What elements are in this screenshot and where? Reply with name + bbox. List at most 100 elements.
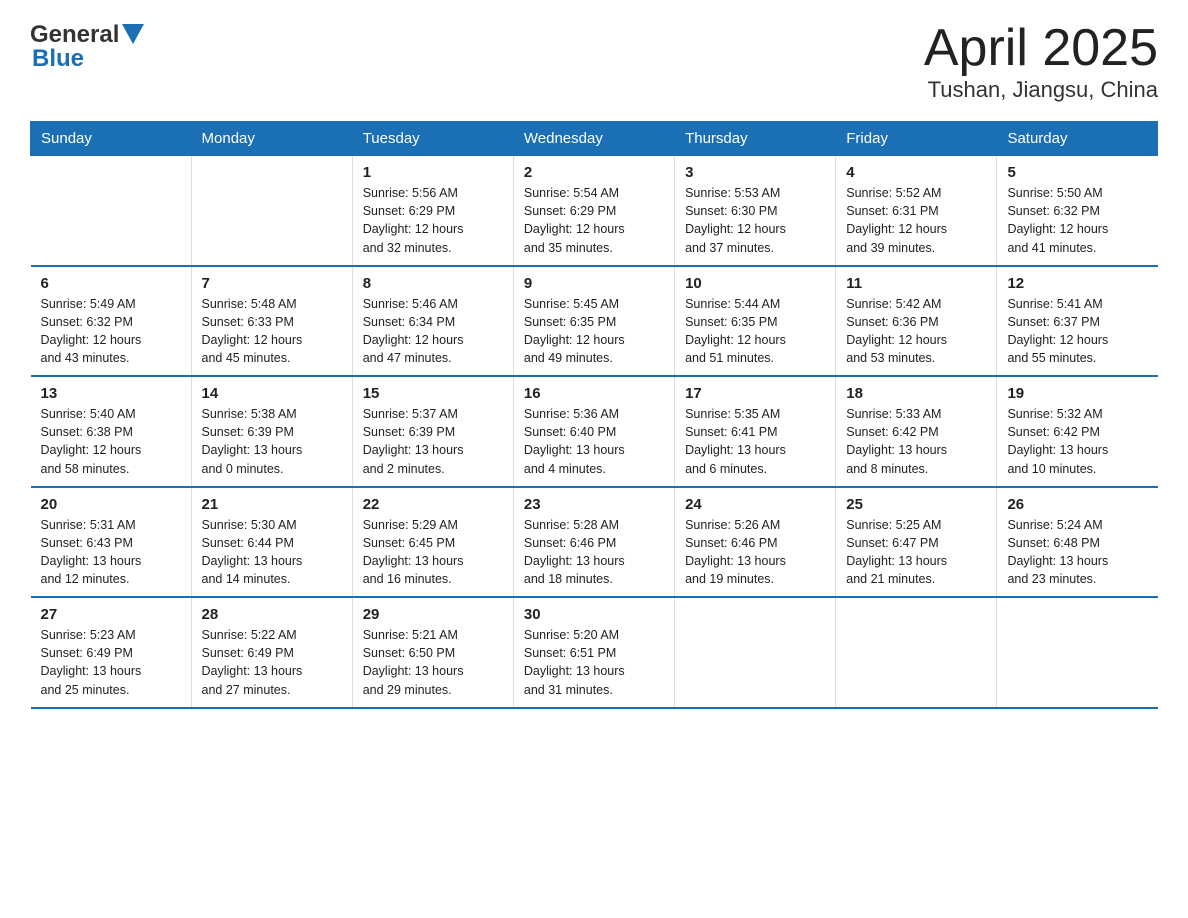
day-number: 13 bbox=[41, 385, 181, 402]
calendar-row-1: 6 Sunrise: 5:49 AM Sunset: 6:32 PM Daylig… bbox=[31, 266, 1158, 377]
day-info: Sunrise: 5:54 AM Sunset: 6:29 PM Dayligh… bbox=[524, 184, 664, 257]
day-info: Sunrise: 5:46 AM Sunset: 6:34 PM Dayligh… bbox=[363, 295, 503, 368]
day-info: Sunrise: 5:44 AM Sunset: 6:35 PM Dayligh… bbox=[685, 295, 825, 368]
calendar-col-monday: Monday bbox=[191, 122, 352, 156]
day-info: Sunrise: 5:41 AM Sunset: 6:37 PM Dayligh… bbox=[1007, 295, 1147, 368]
day-number: 29 bbox=[363, 606, 503, 623]
day-number: 22 bbox=[363, 496, 503, 513]
calendar-row-2: 13 Sunrise: 5:40 AM Sunset: 6:38 PM Dayli… bbox=[31, 376, 1158, 487]
day-number: 19 bbox=[1007, 385, 1147, 402]
day-info: Sunrise: 5:24 AM Sunset: 6:48 PM Dayligh… bbox=[1007, 516, 1147, 589]
day-number: 26 bbox=[1007, 496, 1147, 513]
day-info: Sunrise: 5:28 AM Sunset: 6:46 PM Dayligh… bbox=[524, 516, 664, 589]
day-info: Sunrise: 5:33 AM Sunset: 6:42 PM Dayligh… bbox=[846, 405, 986, 478]
calendar-col-wednesday: Wednesday bbox=[513, 122, 674, 156]
day-info: Sunrise: 5:49 AM Sunset: 6:32 PM Dayligh… bbox=[41, 295, 181, 368]
calendar-cell: 6 Sunrise: 5:49 AM Sunset: 6:32 PM Daylig… bbox=[31, 266, 192, 377]
day-info: Sunrise: 5:32 AM Sunset: 6:42 PM Dayligh… bbox=[1007, 405, 1147, 478]
day-info: Sunrise: 5:53 AM Sunset: 6:30 PM Dayligh… bbox=[685, 184, 825, 257]
day-info: Sunrise: 5:56 AM Sunset: 6:29 PM Dayligh… bbox=[363, 184, 503, 257]
calendar-col-sunday: Sunday bbox=[31, 122, 192, 156]
calendar-cell: 19 Sunrise: 5:32 AM Sunset: 6:42 PM Dayli… bbox=[997, 376, 1158, 487]
day-info: Sunrise: 5:23 AM Sunset: 6:49 PM Dayligh… bbox=[41, 626, 181, 699]
day-info: Sunrise: 5:50 AM Sunset: 6:32 PM Dayligh… bbox=[1007, 184, 1147, 257]
day-number: 5 bbox=[1007, 164, 1147, 181]
calendar-cell: 30 Sunrise: 5:20 AM Sunset: 6:51 PM Dayli… bbox=[513, 597, 674, 708]
calendar-cell: 29Sunrise: 5:21 AM Sunset: 6:50 PM Dayli… bbox=[352, 597, 513, 708]
day-info: Sunrise: 5:38 AM Sunset: 6:39 PM Dayligh… bbox=[202, 405, 342, 478]
day-number: 21 bbox=[202, 496, 342, 513]
calendar-cell: 25Sunrise: 5:25 AM Sunset: 6:47 PM Dayli… bbox=[836, 487, 997, 598]
calendar-cell: 3 Sunrise: 5:53 AM Sunset: 6:30 PM Daylig… bbox=[675, 156, 836, 266]
day-info: Sunrise: 5:30 AM Sunset: 6:44 PM Dayligh… bbox=[202, 516, 342, 589]
calendar-cell bbox=[675, 597, 836, 708]
day-info: Sunrise: 5:37 AM Sunset: 6:39 PM Dayligh… bbox=[363, 405, 503, 478]
calendar-cell: 2 Sunrise: 5:54 AM Sunset: 6:29 PM Daylig… bbox=[513, 156, 674, 266]
calendar-cell: 12 Sunrise: 5:41 AM Sunset: 6:37 PM Dayli… bbox=[997, 266, 1158, 377]
calendar-cell: 24Sunrise: 5:26 AM Sunset: 6:46 PM Dayli… bbox=[675, 487, 836, 598]
calendar-subtitle: Tushan, Jiangsu, China bbox=[924, 77, 1158, 103]
day-number: 23 bbox=[524, 496, 664, 513]
calendar-cell: 28 Sunrise: 5:22 AM Sunset: 6:49 PM Dayli… bbox=[191, 597, 352, 708]
day-number: 17 bbox=[685, 385, 825, 402]
calendar-cell: 13 Sunrise: 5:40 AM Sunset: 6:38 PM Dayli… bbox=[31, 376, 192, 487]
day-info: Sunrise: 5:48 AM Sunset: 6:33 PM Dayligh… bbox=[202, 295, 342, 368]
logo: General Blue bbox=[30, 20, 144, 73]
calendar-cell bbox=[31, 156, 192, 266]
day-number: 7 bbox=[202, 275, 342, 292]
day-info: Sunrise: 5:45 AM Sunset: 6:35 PM Dayligh… bbox=[524, 295, 664, 368]
calendar-cell: 18 Sunrise: 5:33 AM Sunset: 6:42 PM Dayli… bbox=[836, 376, 997, 487]
calendar-cell: 27 Sunrise: 5:23 AM Sunset: 6:49 PM Dayli… bbox=[31, 597, 192, 708]
day-number: 12 bbox=[1007, 275, 1147, 292]
calendar-table: SundayMondayTuesdayWednesdayThursdayFrid… bbox=[30, 121, 1158, 709]
day-number: 9 bbox=[524, 275, 664, 292]
day-number: 28 bbox=[202, 606, 342, 623]
day-info: Sunrise: 5:42 AM Sunset: 6:36 PM Dayligh… bbox=[846, 295, 986, 368]
calendar-cell: 15 Sunrise: 5:37 AM Sunset: 6:39 PM Dayli… bbox=[352, 376, 513, 487]
day-number: 24 bbox=[685, 496, 825, 513]
day-info: Sunrise: 5:40 AM Sunset: 6:38 PM Dayligh… bbox=[41, 405, 181, 478]
day-info: Sunrise: 5:52 AM Sunset: 6:31 PM Dayligh… bbox=[846, 184, 986, 257]
calendar-cell: 17 Sunrise: 5:35 AM Sunset: 6:41 PM Dayli… bbox=[675, 376, 836, 487]
day-info: Sunrise: 5:22 AM Sunset: 6:49 PM Dayligh… bbox=[202, 626, 342, 699]
day-info: Sunrise: 5:35 AM Sunset: 6:41 PM Dayligh… bbox=[685, 405, 825, 478]
day-number: 3 bbox=[685, 164, 825, 181]
day-number: 1 bbox=[363, 164, 503, 181]
calendar-cell: 20Sunrise: 5:31 AM Sunset: 6:43 PM Dayli… bbox=[31, 487, 192, 598]
day-number: 27 bbox=[41, 606, 181, 623]
page-header: General Blue April 2025 Tushan, Jiangsu,… bbox=[30, 20, 1158, 103]
calendar-cell: 22Sunrise: 5:29 AM Sunset: 6:45 PM Dayli… bbox=[352, 487, 513, 598]
day-number: 2 bbox=[524, 164, 664, 181]
day-number: 18 bbox=[846, 385, 986, 402]
day-number: 30 bbox=[524, 606, 664, 623]
calendar-col-tuesday: Tuesday bbox=[352, 122, 513, 156]
calendar-cell: 21 Sunrise: 5:30 AM Sunset: 6:44 PM Dayli… bbox=[191, 487, 352, 598]
calendar-cell: 7 Sunrise: 5:48 AM Sunset: 6:33 PM Daylig… bbox=[191, 266, 352, 377]
calendar-row-3: 20Sunrise: 5:31 AM Sunset: 6:43 PM Dayli… bbox=[31, 487, 1158, 598]
day-info: Sunrise: 5:20 AM Sunset: 6:51 PM Dayligh… bbox=[524, 626, 664, 699]
calendar-cell bbox=[997, 597, 1158, 708]
calendar-cell: 1 Sunrise: 5:56 AM Sunset: 6:29 PM Daylig… bbox=[352, 156, 513, 266]
day-number: 11 bbox=[846, 275, 986, 292]
day-number: 14 bbox=[202, 385, 342, 402]
day-number: 16 bbox=[524, 385, 664, 402]
day-number: 10 bbox=[685, 275, 825, 292]
day-number: 15 bbox=[363, 385, 503, 402]
day-number: 4 bbox=[846, 164, 986, 181]
calendar-cell bbox=[836, 597, 997, 708]
calendar-header-row: SundayMondayTuesdayWednesdayThursdayFrid… bbox=[31, 122, 1158, 156]
day-info: Sunrise: 5:36 AM Sunset: 6:40 PM Dayligh… bbox=[524, 405, 664, 478]
logo-arrow-icon bbox=[122, 24, 144, 49]
calendar-cell: 8Sunrise: 5:46 AM Sunset: 6:34 PM Daylig… bbox=[352, 266, 513, 377]
calendar-row-4: 27 Sunrise: 5:23 AM Sunset: 6:49 PM Dayli… bbox=[31, 597, 1158, 708]
day-number: 6 bbox=[41, 275, 181, 292]
title-block: April 2025 Tushan, Jiangsu, China bbox=[924, 20, 1158, 103]
calendar-col-saturday: Saturday bbox=[997, 122, 1158, 156]
calendar-cell bbox=[191, 156, 352, 266]
calendar-cell: 23 Sunrise: 5:28 AM Sunset: 6:46 PM Dayli… bbox=[513, 487, 674, 598]
calendar-cell: 26 Sunrise: 5:24 AM Sunset: 6:48 PM Dayli… bbox=[997, 487, 1158, 598]
day-number: 20 bbox=[41, 496, 181, 513]
calendar-cell: 9 Sunrise: 5:45 AM Sunset: 6:35 PM Daylig… bbox=[513, 266, 674, 377]
day-info: Sunrise: 5:25 AM Sunset: 6:47 PM Dayligh… bbox=[846, 516, 986, 589]
calendar-row-0: 1 Sunrise: 5:56 AM Sunset: 6:29 PM Daylig… bbox=[31, 156, 1158, 266]
